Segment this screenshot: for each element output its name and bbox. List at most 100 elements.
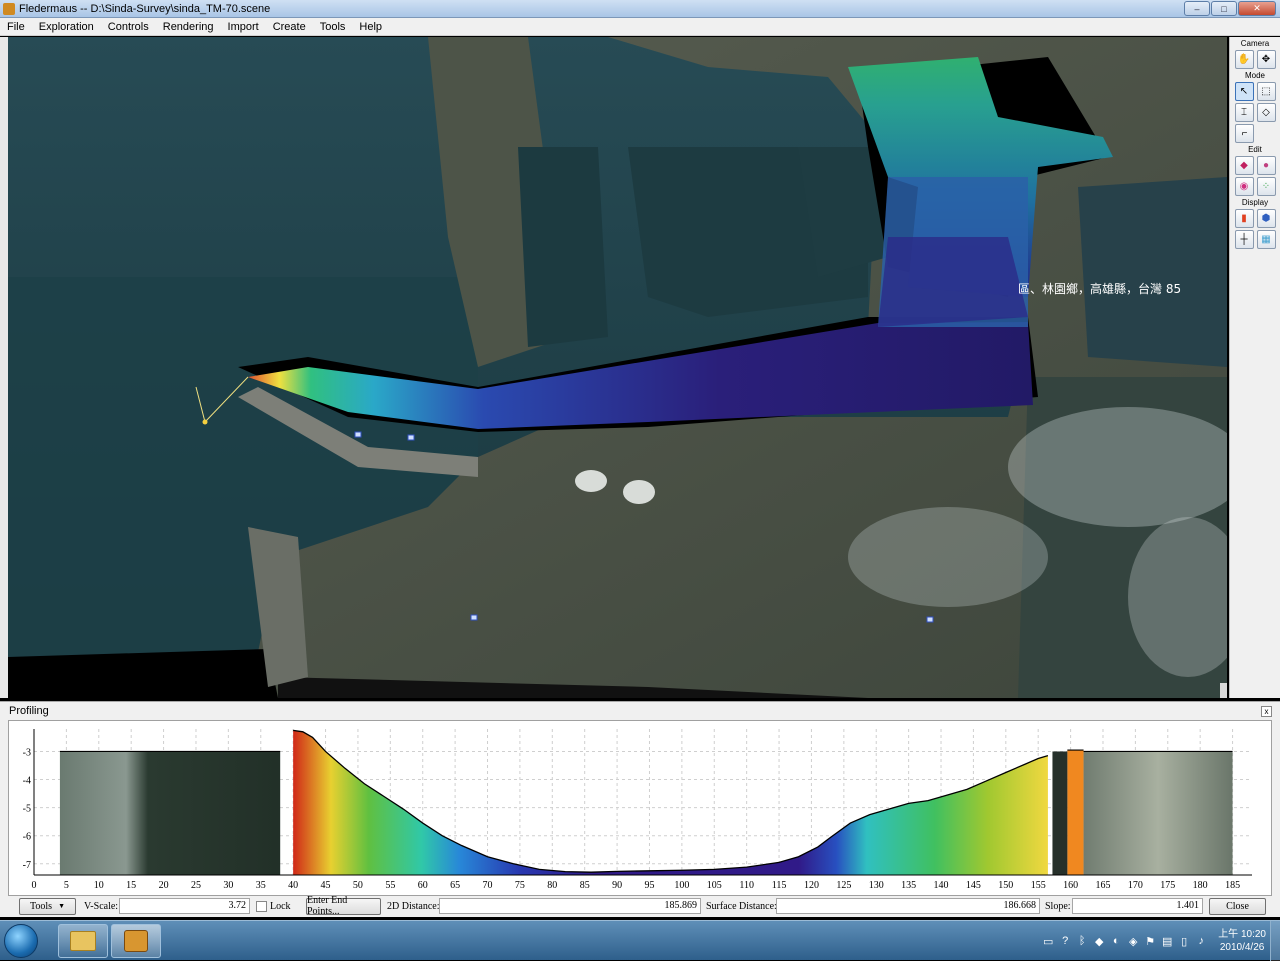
edit-surface-icon[interactable]: ◆	[1234, 156, 1254, 175]
shading-icon[interactable]: ⬢	[1256, 209, 1276, 228]
select-pointer-icon[interactable]: ↖	[1234, 82, 1254, 101]
network-icon[interactable]: ▤	[1161, 935, 1173, 948]
app2-tray-icon[interactable]: ◈	[1127, 935, 1139, 948]
menu-controls[interactable]: Controls	[101, 21, 156, 33]
x-tick-label: 150	[998, 880, 1013, 891]
power-icon[interactable]: ▯	[1178, 935, 1190, 948]
lock-checkbox[interactable]	[256, 900, 267, 912]
x-tick-label: 10	[94, 880, 104, 891]
display-section-label: Display	[1241, 198, 1269, 207]
edit-colors-icon[interactable]: ⁘	[1256, 177, 1276, 196]
probe-icon[interactable]: ⌶	[1234, 103, 1254, 122]
x-tick-label: 115	[772, 880, 787, 891]
profile-segment	[1067, 750, 1084, 875]
fledermaus-app-icon	[3, 2, 15, 15]
edit-section-label: Edit	[1248, 145, 1262, 154]
x-tick-label: 55	[385, 880, 395, 891]
profiling-controls: Tools ▼ V-Scale: 3.72 Lock Enter End Poi…	[0, 895, 1280, 917]
flag-icon[interactable]: ⚑	[1144, 935, 1156, 948]
distance-2d-label: 2D Distance:	[387, 900, 440, 912]
x-tick-label: 185	[1225, 880, 1240, 891]
tools-dropdown[interactable]: Tools ▼	[19, 897, 76, 915]
start-button[interactable]	[4, 924, 38, 958]
clock[interactable]: 上午 10:20 2010/4/26	[1218, 928, 1266, 954]
profile-segment	[59, 751, 281, 875]
clock-date: 2010/4/26	[1219, 942, 1265, 953]
profiling-close-icon[interactable]: x	[1261, 706, 1272, 717]
y-tick-label: -4	[23, 776, 31, 787]
edit-brush-icon[interactable]: ◉	[1234, 177, 1254, 196]
x-tick-label: 170	[1128, 880, 1143, 891]
x-tick-label: 140	[934, 880, 949, 891]
slope-label: Slope:	[1045, 900, 1071, 912]
profile-segment	[1083, 751, 1233, 875]
x-tick-label: 95	[644, 880, 654, 891]
x-tick-label: 20	[159, 880, 169, 891]
x-tick-label: 180	[1193, 880, 1208, 891]
explorer-taskbar-icon[interactable]	[58, 924, 108, 958]
colormap-icon[interactable]: ▮	[1234, 209, 1254, 228]
menu-bar: File Exploration Controls Rendering Impo…	[0, 18, 1280, 36]
menu-exploration[interactable]: Exploration	[32, 21, 101, 33]
camera-section-label: Camera	[1240, 39, 1270, 48]
enter-end-points-button[interactable]: Enter End Points...	[306, 895, 381, 917]
lock-label: Lock	[270, 900, 291, 912]
left-splitter[interactable]	[0, 37, 8, 698]
profile-area	[293, 730, 1048, 875]
edit-points-icon[interactable]: ●	[1256, 156, 1276, 175]
slope-field[interactable]: 1.401	[1072, 898, 1203, 914]
line-tool-icon[interactable]: ⌐	[1235, 124, 1254, 143]
menu-create[interactable]: Create	[266, 21, 313, 33]
profile-chart-svg: 0 5 10 15 20 25 30 35 40 45 50 55 60 65 70 75 80 85 90 95 10…	[23, 729, 1252, 891]
app-tray-icon[interactable]: ◐	[1110, 935, 1122, 947]
x-tick-label: 160	[1063, 880, 1078, 891]
clock-time: 上午 10:20	[1218, 929, 1266, 940]
y-tick-label: -7	[23, 860, 31, 871]
x-tick-label: 120	[804, 880, 819, 891]
window-controls: – □ ✕	[1184, 1, 1276, 16]
minimize-button[interactable]: –	[1184, 1, 1210, 16]
profile-divider	[1052, 751, 1068, 875]
axes-icon[interactable]: ┼	[1234, 230, 1254, 249]
menu-rendering[interactable]: Rendering	[156, 21, 221, 33]
surface-distance-field[interactable]: 186.668	[776, 898, 1040, 914]
help-icon[interactable]: ?	[1059, 935, 1071, 947]
notification-icon[interactable]: ◆	[1093, 935, 1105, 948]
region-select-icon[interactable]: ⬚	[1256, 82, 1276, 101]
menu-file[interactable]: File	[0, 21, 32, 33]
bluetooth-icon[interactable]: ᛒ	[1076, 935, 1088, 947]
menu-import[interactable]: Import	[221, 21, 266, 33]
window-title: Fledermaus -- D:\Sinda-Survey\sinda_TM-7…	[19, 2, 271, 15]
fledermaus-taskbar-icon[interactable]	[111, 924, 161, 958]
profile-chart: 0 5 10 15 20 25 30 35 40 45 50 55 60 65 70 75 80 85 90 95 10…	[8, 720, 1272, 896]
measure-icon[interactable]: ◇	[1256, 103, 1276, 122]
system-tray: ▭ ? ᛒ ◆ ◐ ◈ ⚑ ▤ ▯ ♪ 上午 10:20 2010/4/26	[1042, 921, 1280, 961]
camera-pan-icon[interactable]: ✥	[1256, 50, 1276, 69]
camera-rotate-icon[interactable]: ✋	[1234, 50, 1254, 69]
keyboard-icon[interactable]: ▭	[1042, 935, 1054, 948]
vscale-input[interactable]: 3.72	[119, 898, 250, 914]
x-tick-label: 15	[126, 880, 136, 891]
y-tick-label: -5	[23, 804, 31, 815]
close-window-button[interactable]: ✕	[1238, 1, 1276, 16]
maximize-button[interactable]: □	[1211, 1, 1237, 16]
x-tick-label: 30	[223, 880, 233, 891]
scene-viewport[interactable]: 區、林園鄉，高雄縣，台灣 85	[8, 37, 1227, 698]
scene-render[interactable]: 區、林園鄉，高雄縣，台灣 85	[8, 37, 1227, 698]
grid-display-icon[interactable]: ▦	[1256, 230, 1276, 249]
volume-icon[interactable]: ♪	[1195, 935, 1207, 947]
x-tick-label: 65	[450, 880, 460, 891]
distance-2d-field[interactable]: 185.869	[439, 898, 701, 914]
x-tick-label: 100	[674, 880, 689, 891]
x-tick-label: 145	[966, 880, 981, 891]
x-tick-label: 75	[515, 880, 525, 891]
x-tick-label: 90	[612, 880, 622, 891]
x-tick-label: 35	[256, 880, 266, 891]
show-desktop-button[interactable]	[1270, 921, 1280, 961]
menu-tools[interactable]: Tools	[313, 21, 353, 33]
close-button[interactable]: Close	[1209, 897, 1266, 915]
x-tick-label: 70	[483, 880, 493, 891]
menu-help[interactable]: Help	[352, 21, 389, 33]
x-tick-label: 40	[288, 880, 298, 891]
x-tick-label: 175	[1160, 880, 1175, 891]
